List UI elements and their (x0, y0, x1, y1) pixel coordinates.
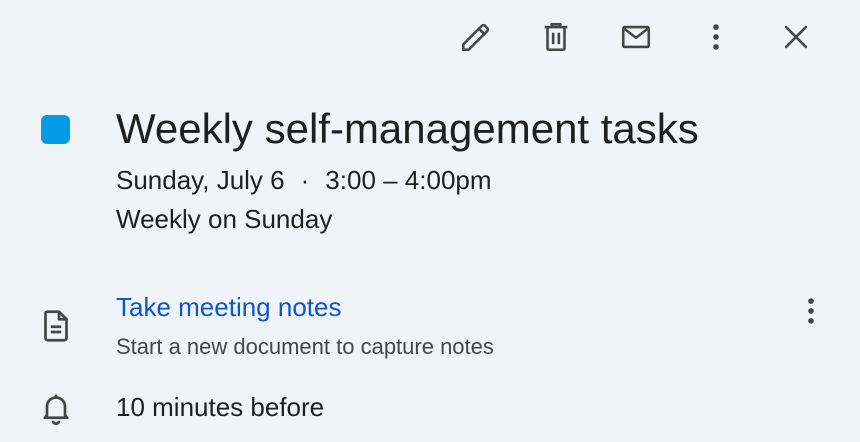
delete-event-button[interactable] (528, 16, 584, 58)
edit-event-button[interactable] (448, 16, 504, 58)
more-options-button[interactable] (688, 16, 744, 58)
mail-icon (621, 25, 651, 49)
event-color-chip (41, 115, 70, 144)
event-recurrence: Weekly on Sunday (116, 204, 333, 234)
close-icon (784, 25, 808, 49)
more-vert-icon (808, 298, 814, 324)
close-button[interactable] (768, 16, 824, 58)
more-vert-icon (713, 24, 719, 50)
trash-icon (544, 22, 568, 52)
bell-icon (43, 394, 69, 426)
reminder-label: 10 minutes before (116, 392, 325, 422)
email-guests-button[interactable] (608, 16, 664, 58)
meeting-notes-more-button[interactable] (790, 290, 832, 332)
document-icon (44, 310, 68, 342)
event-date-time: Sunday, July 6 · 3:00 – 4:00pm (116, 164, 492, 196)
pencil-icon (461, 23, 490, 52)
event-time: 3:00 – 4:00pm (325, 165, 492, 195)
event-date: Sunday, July 6 (116, 165, 285, 195)
event-toolbar (448, 16, 824, 58)
take-meeting-notes-link[interactable]: Take meeting notes (116, 291, 341, 323)
event-title: Weekly self-management tasks (116, 105, 699, 152)
date-time-separator: · (300, 165, 310, 195)
meeting-notes-description: Start a new document to capture notes (116, 334, 494, 359)
